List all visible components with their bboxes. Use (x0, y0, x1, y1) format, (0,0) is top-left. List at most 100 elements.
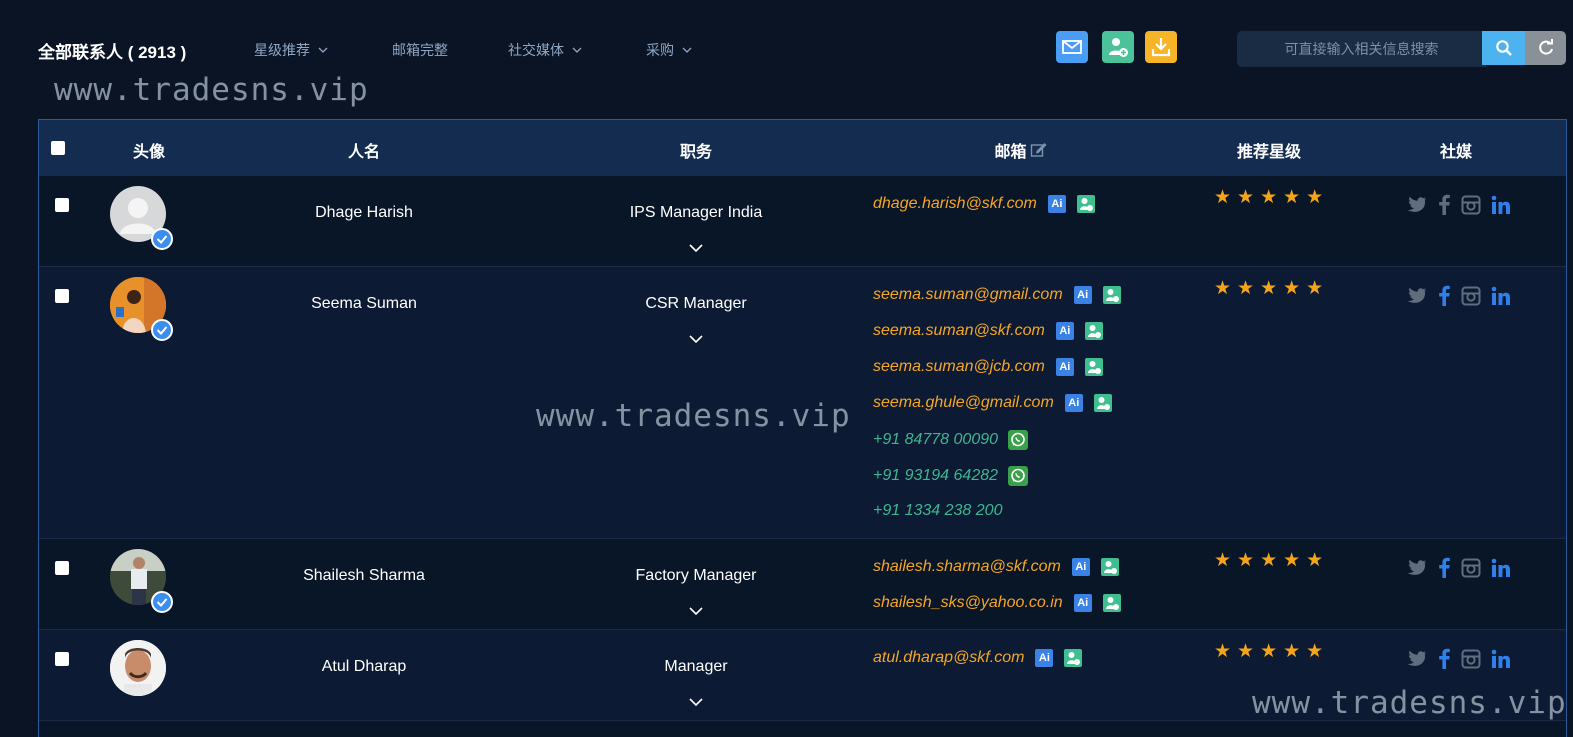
ai-badge-icon[interactable]: Ai (1073, 286, 1092, 304)
phone-number[interactable]: +91 93194 64282 (873, 467, 998, 485)
row-checkbox[interactable] (55, 198, 69, 212)
instagram-icon[interactable] (1461, 649, 1481, 674)
star-rating: ★★★★★ (1214, 278, 1330, 299)
expand-chevron-icon[interactable] (689, 330, 703, 348)
verify-user-icon[interactable] (1093, 394, 1112, 412)
instagram-icon[interactable] (1461, 195, 1481, 220)
nav-label: 星级推荐 (254, 42, 310, 58)
send-mail-button[interactable] (1056, 31, 1088, 63)
row-checkbox[interactable] (55, 289, 69, 303)
search-button[interactable] (1482, 31, 1525, 65)
email-address[interactable]: seema.suman@jcb.com (873, 358, 1045, 376)
contact-name[interactable]: Atul Dharap (322, 658, 407, 676)
table-row: Shailesh Sharma Factory Manager shailesh… (39, 538, 1566, 630)
search-input[interactable] (1237, 31, 1486, 67)
phone-number[interactable]: +91 1334 238 200 (873, 502, 1002, 520)
column-header-avatar: 头像 (132, 144, 166, 161)
star-rating: ★★★★★ (1214, 187, 1330, 208)
nav-star-rating[interactable]: 星级推荐 (254, 40, 328, 60)
contact-job: Factory Manager (635, 567, 757, 584)
linkedin-icon[interactable] (1491, 286, 1511, 311)
contact-name[interactable]: Shailesh Sharma (303, 567, 425, 585)
instagram-icon[interactable] (1461, 558, 1481, 583)
ai-badge-icon[interactable]: Ai (1073, 594, 1092, 612)
whatsapp-icon[interactable] (1008, 466, 1029, 486)
chevron-down-icon (318, 40, 328, 56)
ai-badge-icon[interactable]: Ai (1055, 358, 1074, 376)
phone-entry: +91 84778 00090 (873, 430, 1029, 450)
email-entry: seema.ghule@gmail.com Ai (873, 394, 1112, 412)
nav-label: 邮箱完整 (392, 42, 448, 58)
refresh-button[interactable] (1525, 31, 1566, 65)
nav-social-media[interactable]: 社交媒体 (508, 40, 582, 60)
contact-name[interactable]: Seema Suman (311, 295, 417, 313)
email-entry: shailesh_sks@yahoo.co.in Ai (873, 594, 1121, 612)
verified-badge-icon (151, 228, 173, 250)
email-entry: seema.suman@skf.com Ai (873, 322, 1103, 340)
twitter-icon[interactable] (1407, 196, 1427, 218)
email-address[interactable]: atul.dharap@skf.com (873, 649, 1024, 667)
verified-badge-icon (151, 591, 173, 613)
search-icon (1495, 39, 1513, 62)
instagram-icon[interactable] (1461, 286, 1481, 311)
social-links (1407, 648, 1521, 674)
linkedin-icon[interactable] (1491, 195, 1511, 220)
email-address[interactable]: dhage.harish@skf.com (873, 195, 1037, 213)
email-address[interactable]: seema.suman@skf.com (873, 322, 1045, 340)
download-button[interactable] (1145, 31, 1177, 63)
facebook-icon[interactable] (1437, 557, 1451, 583)
phone-number[interactable]: +91 84778 00090 (873, 431, 998, 449)
phone-entry: +91 93194 64282 (873, 466, 1029, 486)
edit-icon[interactable] (1030, 142, 1048, 162)
verify-user-icon[interactable] (1084, 358, 1103, 376)
add-contact-button[interactable] (1102, 31, 1134, 63)
email-address[interactable]: shailesh_sks@yahoo.co.in (873, 594, 1063, 612)
verify-user-icon[interactable] (1102, 286, 1121, 304)
linkedin-icon[interactable] (1491, 649, 1511, 674)
email-address[interactable]: seema.ghule@gmail.com (873, 394, 1054, 412)
select-all-checkbox[interactable] (51, 141, 65, 155)
row-checkbox[interactable] (55, 561, 69, 575)
linkedin-icon[interactable] (1491, 558, 1511, 583)
email-address[interactable]: shailesh.sharma@skf.com (873, 558, 1061, 576)
verify-user-icon[interactable] (1102, 594, 1121, 612)
contact-job: CSR Manager (645, 295, 747, 312)
ai-badge-icon[interactable]: Ai (1064, 394, 1083, 412)
avatar[interactable] (110, 640, 166, 696)
contact-name[interactable]: Dhage Harish (315, 204, 413, 222)
ai-badge-icon[interactable]: Ai (1035, 649, 1054, 667)
table-row (39, 720, 1566, 737)
twitter-icon[interactable] (1407, 287, 1427, 309)
nav-purchasing[interactable]: 采购 (646, 40, 692, 60)
contact-job: Manager (664, 658, 728, 675)
expand-chevron-icon[interactable] (689, 239, 703, 257)
twitter-icon[interactable] (1407, 559, 1427, 581)
star-rating: ★★★★★ (1214, 641, 1330, 662)
column-header-rating: 推荐星级 (1236, 144, 1302, 161)
ai-badge-icon[interactable]: Ai (1071, 558, 1090, 576)
facebook-icon[interactable] (1437, 285, 1451, 311)
nav-email-complete[interactable]: 邮箱完整 (392, 40, 448, 60)
whatsapp-icon[interactable] (1008, 430, 1029, 450)
column-header-social: 社媒 (1439, 144, 1473, 161)
email-entry: seema.suman@jcb.com Ai (873, 358, 1103, 376)
verify-user-icon[interactable] (1100, 558, 1119, 576)
phone-entry: +91 1334 238 200 (873, 502, 1002, 520)
expand-chevron-icon[interactable] (689, 693, 703, 711)
verify-user-icon[interactable] (1084, 322, 1103, 340)
table-row: Dhage Harish IPS Manager India dhage.har… (39, 175, 1566, 267)
verify-user-icon[interactable] (1076, 195, 1095, 213)
facebook-icon[interactable] (1437, 648, 1451, 674)
table-header: 头像 人名 职务 邮箱 推荐星级 社媒 (39, 120, 1566, 175)
verify-user-icon[interactable] (1064, 649, 1083, 667)
ai-badge-icon[interactable]: Ai (1055, 322, 1074, 340)
twitter-icon[interactable] (1407, 650, 1427, 672)
row-checkbox[interactable] (55, 652, 69, 666)
expand-chevron-icon[interactable] (689, 602, 703, 620)
column-header-job: 职务 (679, 144, 713, 161)
email-entry: dhage.harish@skf.com Ai (873, 195, 1095, 213)
ai-badge-icon[interactable]: Ai (1047, 195, 1066, 213)
social-links (1407, 194, 1521, 220)
facebook-icon[interactable] (1437, 194, 1451, 220)
email-address[interactable]: seema.suman@gmail.com (873, 286, 1063, 304)
